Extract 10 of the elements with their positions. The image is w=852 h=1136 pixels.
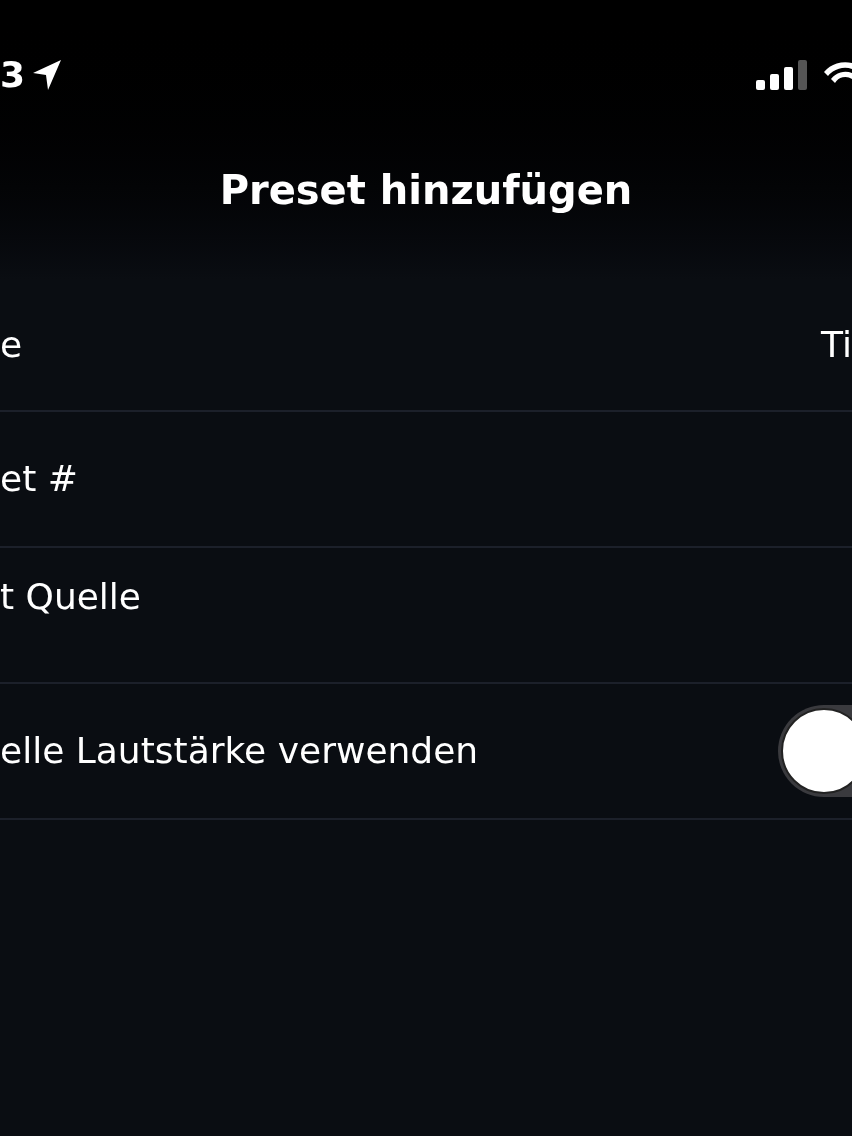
row-label: elle Lautstärke verwenden — [0, 729, 479, 773]
time: 3 — [0, 57, 26, 93]
signal-icon — [756, 60, 808, 90]
row-label: t Quelle — [0, 575, 141, 619]
row-label: e — [0, 323, 23, 367]
row-label: et # — [0, 457, 78, 501]
screen-title: Preset hinzufügen — [219, 166, 633, 215]
toggle-switch[interactable] — [778, 705, 852, 797]
location-arrow-icon — [31, 58, 64, 92]
row-value: Ti — [821, 323, 852, 367]
